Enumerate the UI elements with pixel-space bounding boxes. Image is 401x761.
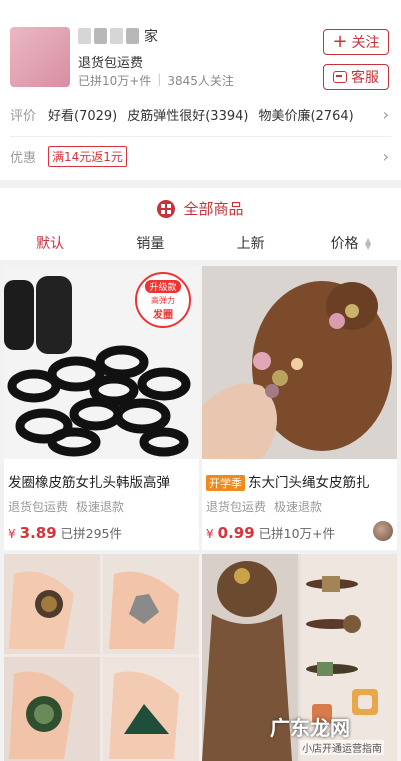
promo-label: 优惠 [10, 151, 37, 166]
shop-name-tail: 家 [144, 29, 158, 45]
watermark-sub: 小店开通运营指南 [300, 740, 384, 755]
tab-price[interactable]: 价格 ▲ ▼ [301, 233, 401, 253]
tab-new[interactable]: 上新 [201, 233, 301, 253]
divider [10, 136, 391, 137]
shop-name: 家 [78, 26, 158, 46]
product-tag: 退货包运费 [206, 500, 267, 514]
product-tags: 退货包运费 极速退款 [8, 498, 124, 515]
product-card[interactable] [4, 554, 199, 761]
badge-mid: 高弹力 [151, 295, 175, 305]
tab-price-label: 价格 [330, 236, 359, 252]
currency-symbol: ¥ [206, 527, 214, 541]
all-goods-title[interactable]: 全部商品 [0, 198, 401, 219]
product-title[interactable]: 发圈橡皮筋女扎头韩版高弹 [8, 471, 198, 491]
product-tag: 退货包运费 [8, 500, 69, 514]
product-image[interactable] [4, 554, 199, 761]
upgrade-badge: 升级款 高弹力 发圈 [135, 272, 191, 328]
blurred-name [110, 28, 123, 44]
avatar [373, 521, 393, 541]
product-price-row: ¥ 0.99 已拼10万+件 [206, 523, 335, 542]
product-card[interactable]: 升级款 高弹力 发圈 发圈橡皮筋女扎头韩版高弹 退货包运费 极速退款 ¥ 3.8… [4, 266, 199, 550]
product-card[interactable]: 开学季 东大门头绳女皮筋扎 退货包运费 极速退款 ¥ 0.99 已拼10万+件 [202, 266, 397, 550]
product-image[interactable]: 升级款 高弹力 发圈 [4, 266, 199, 459]
service-label: 客服 [351, 70, 379, 86]
blurred-name [126, 28, 139, 44]
promo-badge: 满14元返1元 [48, 146, 127, 167]
review-tags: 好看(7029) 皮筋弹性很好(3394) 物美价廉(2764) [48, 105, 354, 124]
tab-default[interactable]: 默认 [0, 233, 100, 253]
product-price: 0.99 [217, 524, 255, 542]
sort-arrows-icon: ▲ ▼ [365, 236, 372, 251]
goods-header: 全部商品 默认 销量 上新 价格 ▲ ▼ [0, 188, 401, 260]
shop-logo[interactable] [10, 27, 70, 87]
badge-bottom: 发圈 [153, 309, 173, 321]
review-tag[interactable]: 物美价廉(2764) [258, 105, 353, 124]
product-price: 3.89 [19, 524, 57, 542]
review-tag[interactable]: 好看(7029) [48, 105, 117, 124]
follow-label: 关注 [351, 35, 380, 51]
plus-icon: + [332, 31, 348, 52]
sold-count: 已拼295件 [60, 526, 123, 541]
customer-service-button[interactable]: 客服 [323, 64, 389, 90]
product-price-row: ¥ 3.89 已拼295件 [8, 523, 122, 542]
currency-symbol: ¥ [8, 527, 16, 541]
stats-separator: | [157, 72, 162, 86]
promo-row[interactable]: 优惠 满14元返1元 › [10, 146, 391, 167]
product-title-text: 东大门头绳女皮筋扎 [248, 475, 370, 491]
review-tag[interactable]: 皮筋弹性很好(3394) [127, 105, 248, 124]
product-tag: 极速退款 [274, 500, 323, 514]
shop-card: 家 退货包运费 已拼10万+件 | 3845人关注 + 关注 客服 评价 好看(… [0, 0, 401, 180]
reviews-row[interactable]: 评价 好看(7029) 皮筋弹性很好(3394) 物美价廉(2764) › [10, 105, 391, 124]
chat-icon [333, 71, 347, 83]
product-image[interactable] [202, 266, 397, 459]
shop-stats: 已拼10万+件 | 3845人关注 [78, 72, 234, 89]
sold-count: 已拼10万+件 [258, 526, 336, 541]
watermark: 广东龙网 [270, 716, 350, 740]
follow-button[interactable]: + 关注 [323, 29, 389, 55]
chevron-right-icon: › [382, 147, 389, 166]
follower-count: 3845人关注 [167, 74, 234, 88]
shop-subtitle: 退货包运费 [78, 56, 144, 71]
sort-tabs: 默认 销量 上新 价格 ▲ ▼ [0, 233, 401, 253]
all-goods-label: 全部商品 [183, 200, 244, 218]
chevron-right-icon: › [382, 105, 389, 124]
tab-sales[interactable]: 销量 [100, 233, 200, 253]
product-title[interactable]: 开学季 东大门头绳女皮筋扎 [206, 471, 396, 491]
grid-icon [157, 199, 176, 218]
product-tags: 退货包运费 极速退款 [206, 498, 322, 515]
badge-top: 升级款 [145, 279, 181, 293]
blurred-name [78, 28, 91, 44]
blurred-name [94, 28, 107, 44]
product-tag: 极速退款 [76, 500, 125, 514]
group-count: 已拼10万+件 [78, 74, 152, 88]
back-to-school-badge: 开学季 [206, 475, 245, 491]
reviews-label: 评价 [10, 109, 37, 124]
